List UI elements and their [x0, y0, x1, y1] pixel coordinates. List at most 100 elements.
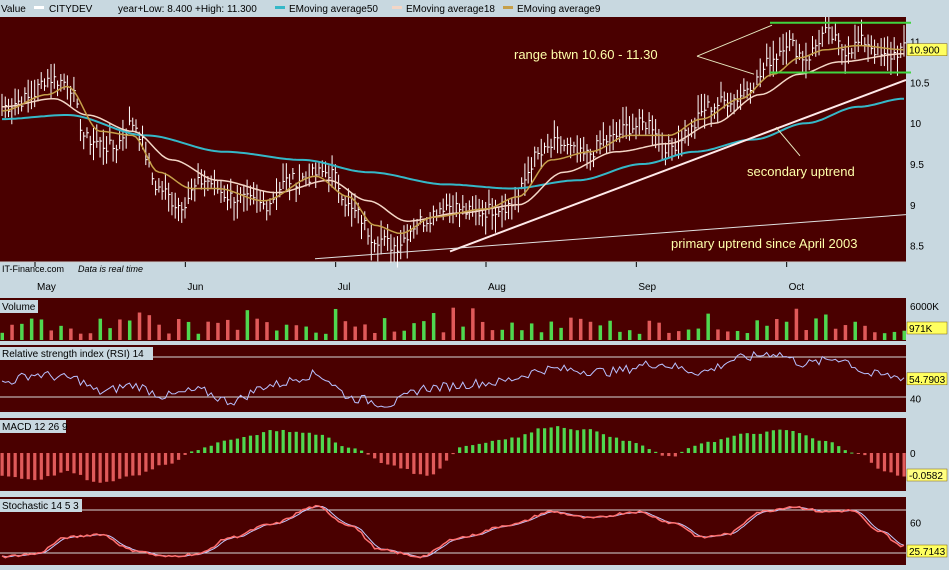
- macd-title: MACD 12 26 9: [2, 422, 68, 433]
- volume-bar: [353, 326, 357, 340]
- volume-bar: [10, 324, 14, 340]
- macd-bar: [477, 443, 481, 453]
- macd-bar: [46, 453, 50, 477]
- volume-bar: [265, 322, 269, 340]
- volume-bar: [520, 330, 524, 340]
- legend-price-swatch: [34, 6, 44, 9]
- price-y-tick-4: 9: [910, 201, 916, 212]
- legend-ema9: EMoving average9: [517, 4, 601, 15]
- macd-bar: [765, 431, 769, 453]
- macd-panel: MACD 12 26 9 0 -0.0582: [0, 418, 948, 491]
- macd-bar: [503, 439, 507, 453]
- volume-bar: [176, 319, 181, 340]
- volume-bar: [412, 323, 416, 340]
- macd-bar: [288, 432, 292, 453]
- stoch-current-value: 25.7143: [909, 547, 946, 558]
- macd-bar: [869, 453, 874, 463]
- macd-bar: [824, 440, 828, 453]
- volume-bar: [20, 323, 24, 340]
- macd-bar: [758, 433, 762, 453]
- macd-bar: [516, 437, 521, 453]
- macd-bar: [150, 453, 155, 470]
- volume-bar: [677, 331, 681, 340]
- volume-bar: [686, 329, 691, 340]
- macd-bar: [706, 441, 710, 453]
- volume-bar: [500, 329, 505, 340]
- volume-bar: [863, 325, 867, 340]
- macd-bar: [464, 445, 468, 453]
- volume-bar: [833, 328, 838, 340]
- volume-bar: [745, 333, 750, 340]
- macd-bar: [65, 453, 70, 471]
- volume-bar: [765, 325, 769, 340]
- volume-bar: [696, 328, 701, 340]
- volume-bar: [88, 333, 93, 340]
- macd-bar: [39, 453, 43, 480]
- volume-bar: [363, 324, 367, 340]
- macd-bar: [614, 437, 619, 453]
- volume-bar: [304, 326, 308, 340]
- macd-bar: [301, 432, 305, 453]
- macd-bar: [216, 442, 220, 453]
- macd-bar: [340, 446, 344, 453]
- legend-value-label: Value: [1, 4, 26, 15]
- volume-bar: [882, 333, 887, 340]
- macd-bar: [627, 440, 632, 453]
- macd-bar: [333, 442, 338, 453]
- volume-bar: [657, 322, 661, 340]
- macd-bar: [810, 438, 815, 453]
- macd-bar: [307, 432, 311, 453]
- volume-bar: [98, 318, 103, 340]
- volume-bar: [755, 320, 759, 340]
- macd-bar: [543, 428, 547, 453]
- macd-bar: [52, 453, 56, 476]
- macd-bar: [20, 453, 24, 479]
- macd-bar: [712, 442, 717, 453]
- volume-bar: [735, 330, 740, 340]
- macd-bar: [203, 447, 207, 453]
- macd-bar: [294, 431, 298, 453]
- macd-bar: [425, 453, 429, 476]
- volume-bar: [39, 319, 44, 340]
- volume-bar: [471, 308, 475, 340]
- volume-bar: [392, 331, 397, 340]
- macd-bar: [346, 447, 351, 453]
- volume-bar: [226, 319, 230, 340]
- macd-bar: [843, 450, 847, 453]
- macd-bar: [726, 437, 730, 453]
- macd-bar: [320, 434, 324, 453]
- credit-site: IT-Finance.com: [2, 264, 64, 274]
- macd-bar: [235, 438, 240, 453]
- macd-bar: [163, 453, 168, 465]
- macd-bar: [745, 433, 749, 453]
- macd-bar: [837, 446, 841, 453]
- macd-bar: [484, 442, 488, 453]
- macd-bar: [490, 440, 494, 453]
- macd-bar: [124, 453, 128, 477]
- volume-bar: [618, 331, 622, 340]
- volume-bar: [333, 308, 338, 340]
- macd-bar: [882, 453, 887, 472]
- annotation-secondary: secondary uptrend: [747, 164, 855, 179]
- legend-symbol: CITYDEV: [49, 4, 93, 15]
- volume-current-value: 971K: [909, 324, 933, 335]
- volume-bar: [402, 330, 406, 340]
- macd-bar: [850, 452, 854, 454]
- macd-bar: [379, 453, 383, 464]
- volume-bar: [59, 325, 63, 340]
- volume-bar: [147, 315, 152, 340]
- macd-bar: [255, 435, 259, 453]
- macd-bar: [876, 453, 880, 469]
- macd-bar: [752, 433, 756, 453]
- volume-bar: [598, 325, 603, 340]
- macd-bar: [556, 426, 560, 453]
- volume-bar: [784, 321, 789, 340]
- macd-bar: [895, 453, 900, 476]
- volume-bar: [196, 333, 201, 340]
- macd-bar: [719, 439, 723, 453]
- volume-bar: [794, 308, 799, 340]
- macd-bar: [444, 453, 449, 461]
- annotation-range: range btwn 10.60 - 11.30: [514, 47, 658, 62]
- legend-ema50: EMoving average50: [289, 4, 378, 15]
- price-current-value: 10.900: [909, 46, 940, 57]
